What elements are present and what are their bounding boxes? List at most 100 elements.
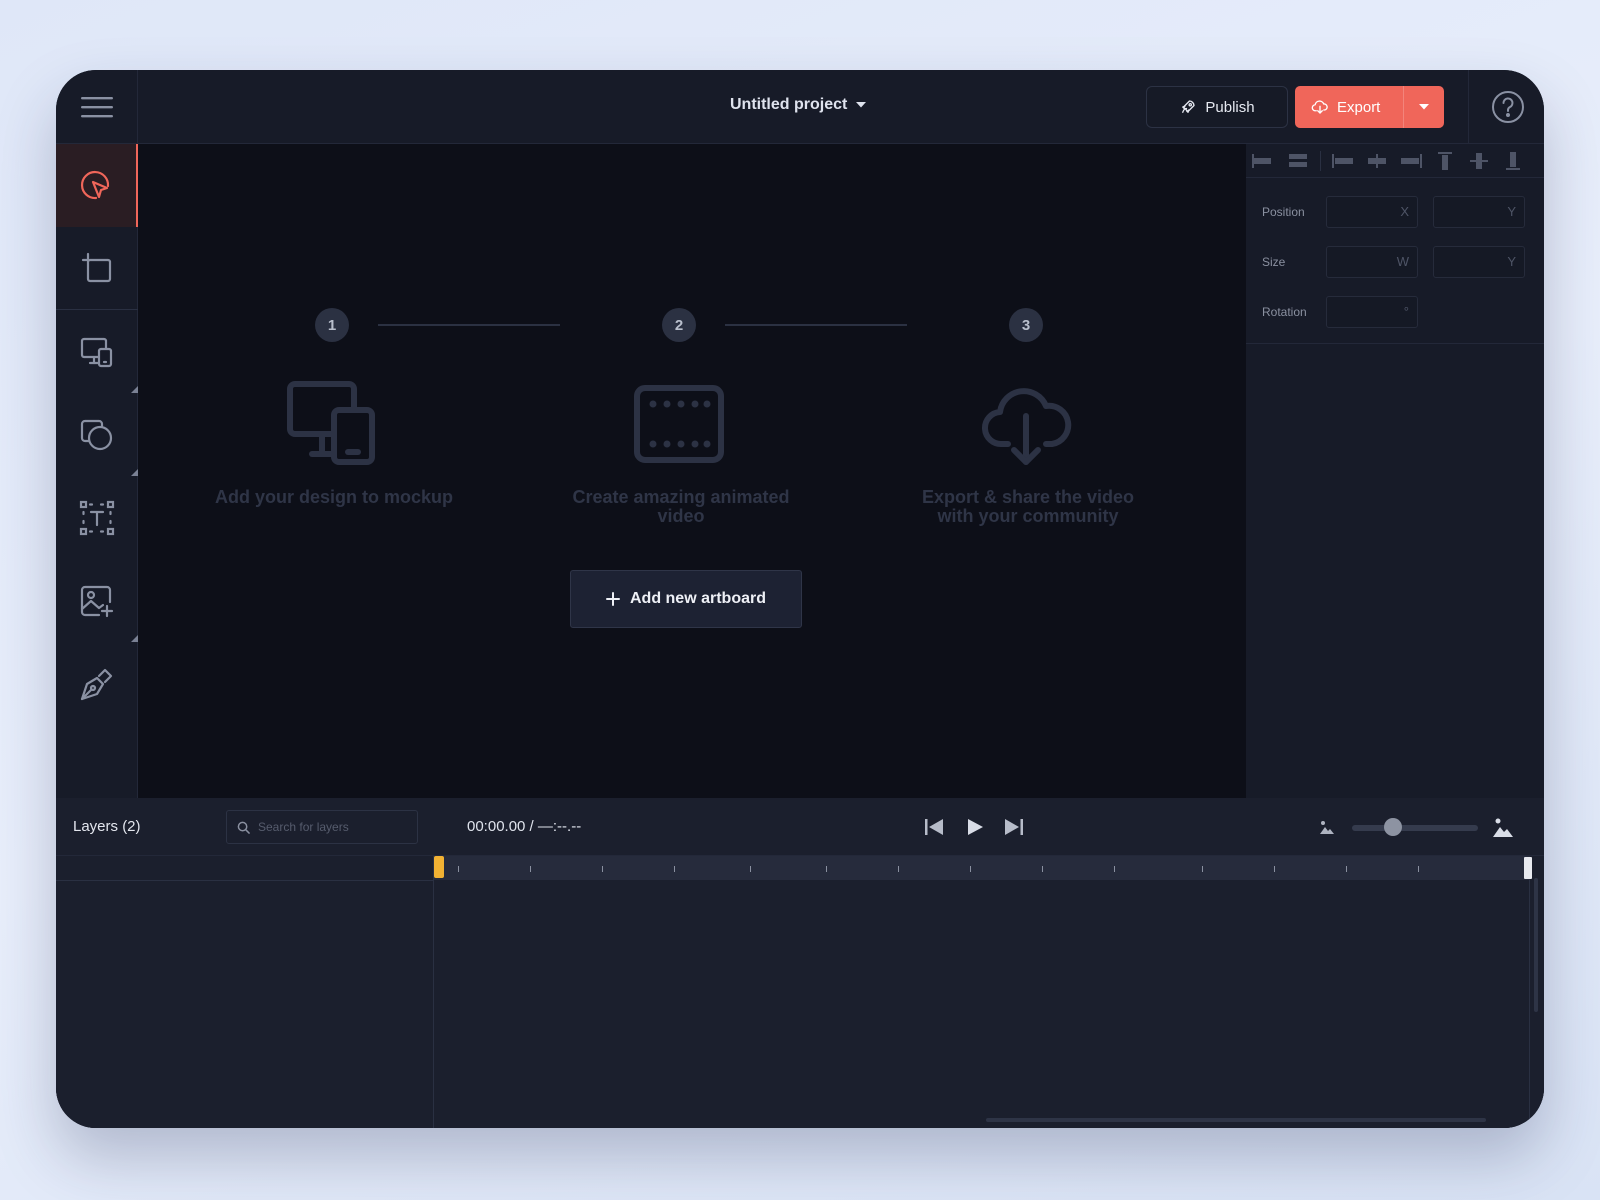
align-left-icon[interactable] — [1331, 151, 1355, 171]
cloud-download-icon — [982, 388, 1072, 465]
step-number-2: 2 — [662, 308, 696, 342]
divider — [1468, 70, 1469, 144]
position-x-input[interactable]: X — [1326, 196, 1418, 228]
step-connector — [378, 324, 560, 326]
zoom-in-icon[interactable] — [1492, 816, 1514, 838]
mockup-tool[interactable] — [56, 310, 138, 393]
text-box-icon — [79, 500, 115, 535]
step-number-1: 1 — [315, 308, 349, 342]
select-tool[interactable] — [56, 144, 138, 227]
ruler-tick — [530, 866, 531, 872]
timeline-toolbar: Layers (2) Search for layers 00:00.00 / … — [56, 798, 1544, 856]
properties-panel: Position X Y Size W Y Rotation ° — [1246, 144, 1544, 798]
size-row: Size W Y — [1246, 246, 1544, 296]
devices-icon — [287, 381, 375, 465]
project-title: Untitled project — [730, 96, 848, 113]
hamburger-icon — [80, 97, 113, 118]
cursor-select-icon — [80, 170, 110, 199]
ruler-tick — [1274, 866, 1275, 872]
image-add-icon — [80, 585, 114, 617]
text-tool[interactable] — [56, 476, 138, 559]
ruler-tick — [1202, 866, 1203, 872]
zoom-out-icon[interactable] — [1318, 818, 1336, 836]
menu-button[interactable] — [56, 70, 138, 144]
ruler-tick — [750, 866, 751, 872]
zoom-slider-knob[interactable] — [1384, 818, 1403, 836]
project-title-dropdown[interactable]: Untitled project — [730, 96, 867, 114]
help-icon — [1492, 91, 1524, 123]
size-label: Size — [1262, 255, 1286, 269]
step-text-1: Add your design to mockup — [214, 487, 453, 507]
zoom-slider-track[interactable] — [1352, 825, 1478, 831]
time-ruler[interactable] — [434, 856, 1532, 880]
timeline-end-line — [1529, 880, 1530, 1120]
distribute-vertical-icon[interactable] — [1286, 151, 1310, 171]
export-options-button[interactable] — [1403, 86, 1444, 128]
ruler-tick — [898, 866, 899, 872]
ruler-tick — [1042, 866, 1043, 872]
crop-artboard-icon — [81, 252, 112, 283]
rocket-icon — [1182, 100, 1196, 113]
rotation-input[interactable]: ° — [1326, 296, 1418, 328]
left-toolbar — [56, 144, 138, 798]
skip-forward-icon[interactable] — [1001, 814, 1027, 840]
playhead-handle[interactable] — [434, 856, 444, 878]
align-top-icon[interactable] — [1433, 151, 1457, 171]
layers-header-row — [56, 856, 433, 881]
image-tool[interactable] — [56, 559, 138, 642]
ruler-tick — [970, 866, 971, 872]
submenu-indicator — [131, 386, 138, 393]
timecode: 00:00.00 / —:--.-- — [467, 818, 582, 835]
size-height-input[interactable]: Y — [1433, 246, 1525, 278]
distribute-horizontal-icon[interactable] — [1252, 151, 1276, 171]
shapes-tool[interactable] — [56, 393, 138, 476]
caret-down-icon — [856, 102, 867, 108]
timeline-track-area[interactable] — [434, 856, 1544, 1128]
cloud-download-icon — [1311, 100, 1328, 114]
ruler-tick — [674, 866, 675, 872]
align-middle-vertical-icon[interactable] — [1467, 151, 1491, 171]
plus-icon — [605, 592, 620, 606]
layers-list — [56, 856, 434, 1128]
search-icon — [237, 821, 250, 834]
submenu-indicator — [131, 469, 138, 476]
search-placeholder: Search for layers — [258, 820, 349, 834]
position-y-input[interactable]: Y — [1433, 196, 1525, 228]
vertical-scrollbar[interactable] — [1534, 878, 1538, 1012]
play-icon[interactable] — [961, 814, 987, 840]
align-center-horizontal-icon[interactable] — [1365, 151, 1389, 171]
timeline-area: Layers (2) Search for layers 00:00.00 / … — [56, 798, 1544, 1128]
export-button-group: Export — [1295, 86, 1444, 128]
export-label: Export — [1337, 98, 1381, 116]
pen-nib-icon — [80, 668, 113, 700]
align-right-icon[interactable] — [1399, 151, 1423, 171]
step-connector — [725, 324, 907, 326]
layers-search-input[interactable]: Search for layers — [226, 810, 418, 844]
ruler-tick — [458, 866, 459, 872]
ruler-tick — [1346, 866, 1347, 872]
export-button[interactable]: Export — [1295, 86, 1403, 128]
app-window: Untitled project Publish Export 1 2 3 Ad… — [56, 70, 1544, 1128]
skip-back-icon[interactable] — [921, 814, 947, 840]
publish-button[interactable]: Publish — [1146, 86, 1288, 128]
pen-tool[interactable] — [56, 642, 138, 725]
horizontal-scrollbar[interactable] — [986, 1118, 1486, 1122]
step-text-2: Create amazing animated video — [572, 487, 790, 526]
ruler-tick — [826, 866, 827, 872]
canvas-area[interactable]: 1 2 3 Add your design to mockup Create a… — [138, 144, 1246, 798]
size-width-input[interactable]: W — [1326, 246, 1418, 278]
rotation-row: Rotation ° — [1246, 296, 1544, 346]
transform-properties: Position X Y Size W Y Rotation ° — [1246, 178, 1544, 344]
align-bottom-icon[interactable] — [1501, 151, 1525, 171]
submenu-indicator — [131, 635, 138, 642]
add-new-artboard-button[interactable]: Add new artboard — [570, 570, 802, 628]
position-row: Position X Y — [1246, 196, 1544, 246]
add-artboard-label: Add new artboard — [629, 590, 766, 607]
timeline-end-marker[interactable] — [1524, 857, 1532, 879]
artboard-tool[interactable] — [56, 227, 138, 310]
caret-down-icon — [1419, 104, 1429, 110]
layers-title: Layers (2) — [73, 818, 141, 835]
film-strip-icon — [634, 385, 724, 463]
help-button[interactable] — [1490, 89, 1526, 125]
rotation-label: Rotation — [1262, 305, 1307, 319]
